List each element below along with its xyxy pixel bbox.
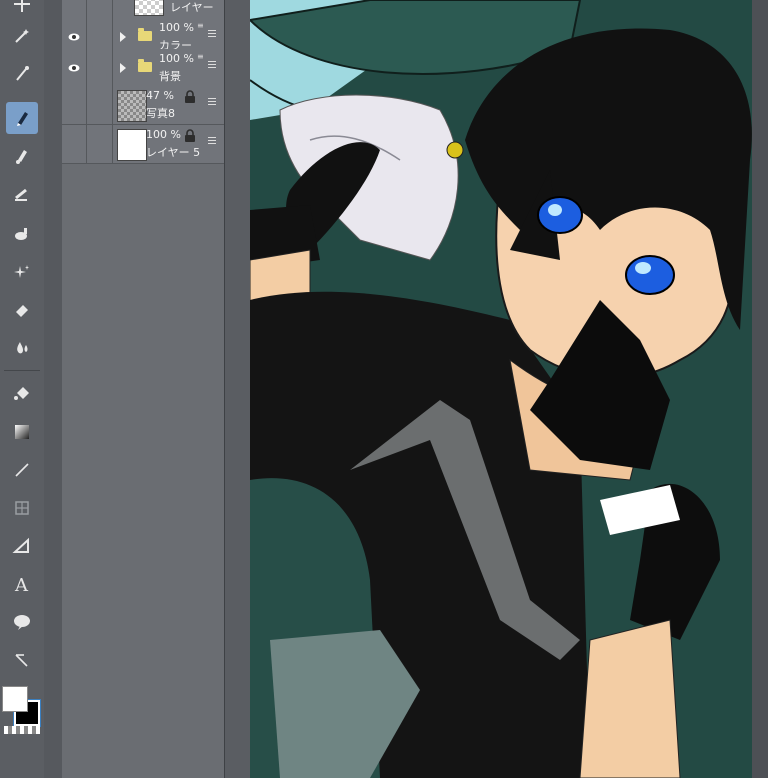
layer-opacity: 100 % — [159, 52, 194, 65]
layer-opacity: 100 % — [159, 21, 194, 34]
layer-thumbnail — [134, 0, 164, 16]
toolbar-divider — [4, 370, 40, 371]
layer-menu-icon[interactable] — [208, 137, 216, 147]
folder-expand-icon[interactable] — [120, 63, 126, 73]
panel-divider[interactable] — [224, 0, 251, 778]
panel-gutter — [44, 0, 63, 778]
visibility-eye-icon[interactable] — [62, 49, 87, 87]
sparkle-icon[interactable] — [6, 256, 38, 288]
layer-panel: レイヤー 100 % カラー ≡ 100 % 背景 ≡ 47 % 写真8 100… — [62, 0, 224, 778]
right-edge-bar — [752, 0, 768, 778]
pen-icon[interactable] — [6, 102, 38, 134]
folder-icon — [138, 28, 152, 41]
blend-mode-icon: ≡ — [197, 52, 204, 61]
layer-row[interactable]: 100 % レイヤー 5 — [62, 125, 224, 164]
layer-opacity: 100 % — [146, 128, 181, 141]
lock-icon[interactable] — [184, 90, 196, 104]
blend-mode-icon: ≡ — [197, 21, 204, 30]
visibility-toggle[interactable] — [62, 125, 87, 163]
eraser-icon[interactable] — [6, 294, 38, 326]
drawing-canvas[interactable] — [250, 0, 752, 778]
gradient-icon[interactable] — [6, 416, 38, 448]
svg-text:A: A — [14, 575, 29, 594]
layer-mask-slot — [86, 86, 113, 124]
frame-icon[interactable] — [6, 492, 38, 524]
fill-bucket-icon[interactable] — [6, 378, 38, 410]
speech-balloon-icon[interactable] — [6, 606, 38, 638]
layer-row[interactable]: 47 % 写真8 — [62, 86, 224, 125]
layer-opacity: 47 % — [146, 89, 174, 102]
layer-menu-icon[interactable] — [208, 98, 216, 108]
layer-menu-icon[interactable] — [208, 30, 216, 40]
artwork — [250, 0, 752, 778]
layer-row[interactable]: 100 % 背景 ≡ — [62, 49, 224, 88]
correct-line-icon[interactable] — [6, 644, 38, 676]
layer-thumbnail — [117, 129, 147, 161]
tool-palette: A — [0, 0, 45, 778]
layer-name: 写真8 — [146, 107, 175, 120]
lock-icon[interactable] — [184, 129, 196, 143]
brush-icon[interactable] — [6, 140, 38, 172]
ruler-icon[interactable] — [6, 530, 38, 562]
transparent-color-swatch[interactable] — [4, 726, 40, 734]
decoration-icon[interactable] — [6, 218, 38, 250]
layer-menu-icon[interactable] — [208, 61, 216, 71]
folder-expand-icon[interactable] — [120, 32, 126, 42]
layer-name: レイヤー — [170, 1, 214, 14]
layer-menu-icon[interactable] — [208, 0, 216, 2]
blend-icon[interactable] — [6, 332, 38, 364]
layer-thumbnail — [117, 90, 147, 122]
layer-name: 背景 — [159, 70, 181, 83]
line-icon[interactable] — [6, 454, 38, 486]
layer-row[interactable]: レイヤー — [62, 0, 224, 19]
layer-name: レイヤー 5 — [146, 146, 201, 159]
text-icon[interactable]: A — [6, 568, 38, 600]
magic-wand-icon[interactable] — [6, 20, 38, 52]
color-indicator[interactable] — [0, 684, 44, 736]
visibility-eye-icon[interactable] — [62, 0, 87, 18]
folder-icon — [138, 59, 152, 72]
layer-mask-slot — [86, 0, 113, 18]
visibility-toggle[interactable] — [62, 86, 87, 124]
main-color-swatch[interactable] — [2, 686, 28, 712]
layer-mask-slot — [86, 125, 113, 163]
layer-mask-slot — [86, 49, 113, 87]
move-icon[interactable] — [6, 0, 38, 20]
airbrush-icon[interactable] — [6, 178, 38, 210]
eyedropper-icon[interactable] — [6, 58, 38, 90]
